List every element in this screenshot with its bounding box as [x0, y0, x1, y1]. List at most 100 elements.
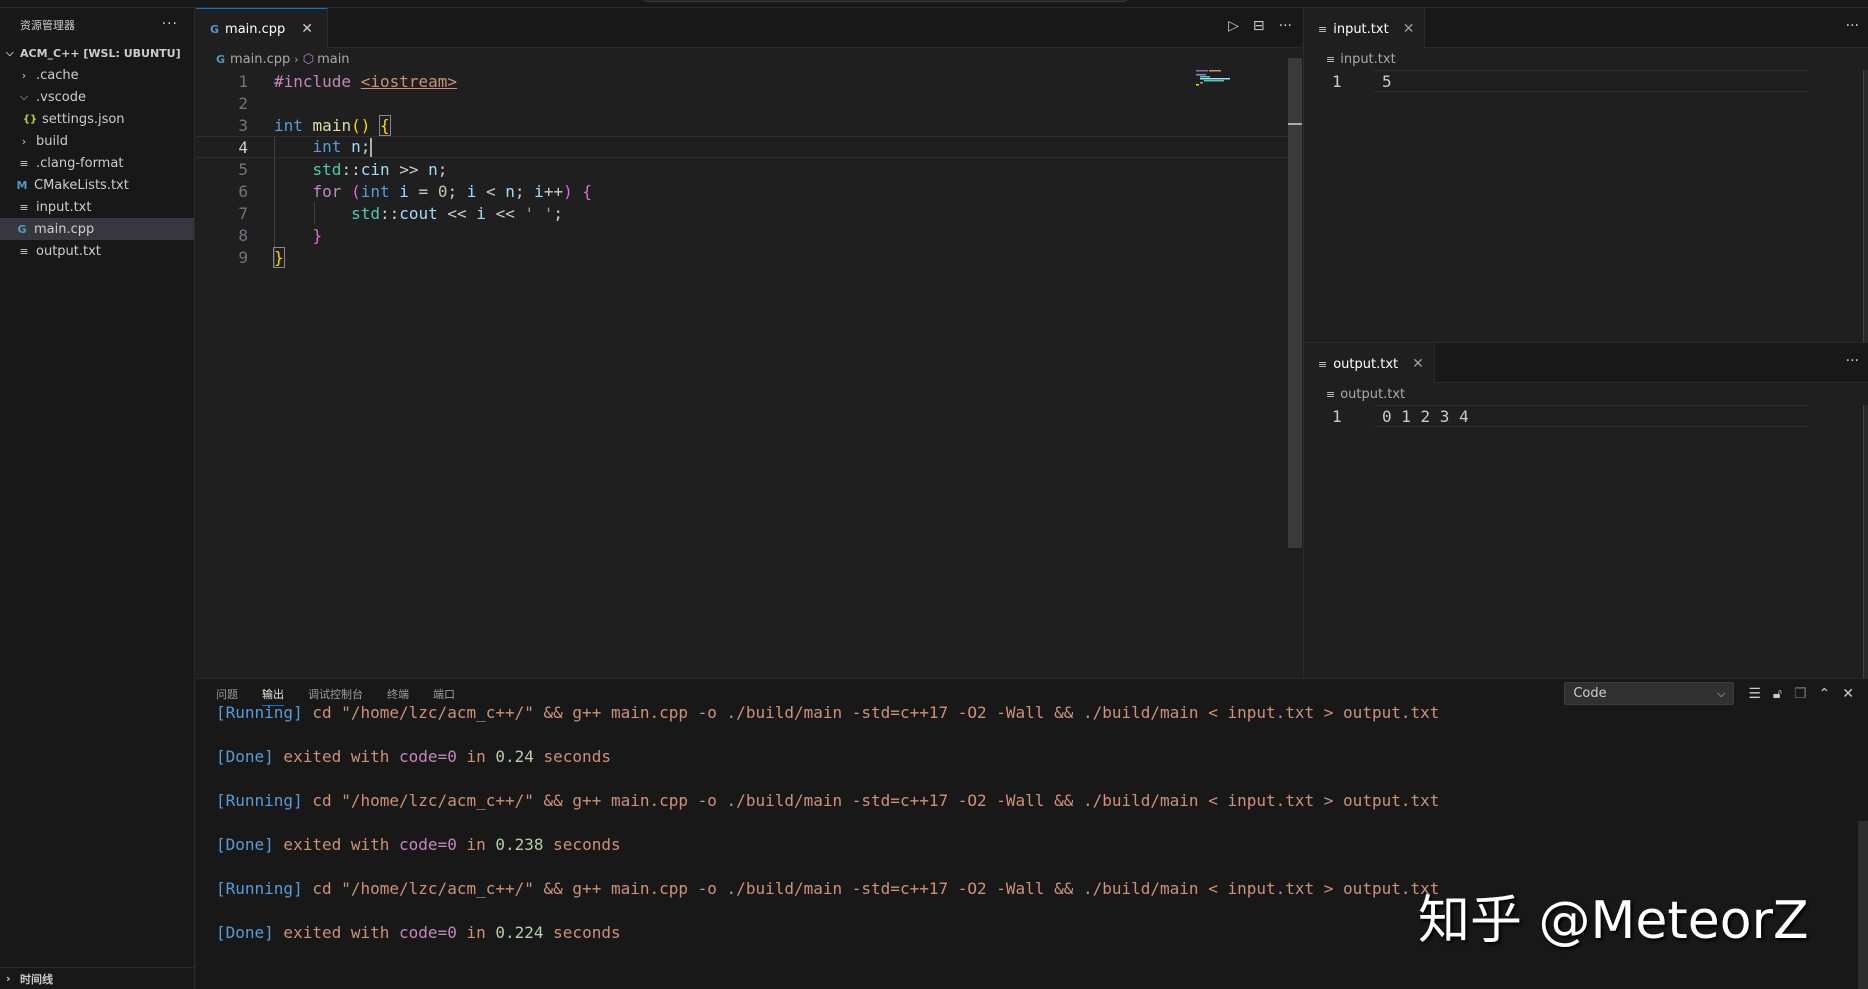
- tree-item-output-txt[interactable]: ≡ output.txt: [0, 240, 194, 262]
- token: {: [379, 114, 391, 136]
- symbol-method-icon: ⬡: [302, 51, 315, 67]
- close-panel-icon[interactable]: ✕: [1842, 686, 1854, 702]
- token: ;: [437, 159, 448, 179]
- output-log[interactable]: [Running] cd "/home/lzc/acm_c++/" && g++…: [216, 703, 1439, 967]
- token: int: [312, 137, 342, 156]
- token: 0: [437, 181, 448, 201]
- log-tag: [Running]: [216, 791, 303, 810]
- token: n: [351, 137, 361, 156]
- ellipsis-icon[interactable]: ···: [162, 16, 178, 32]
- log-text: seconds: [533, 747, 611, 766]
- log-exit-code: code=0: [399, 747, 457, 766]
- ellipsis-icon[interactable]: ···: [1279, 18, 1292, 34]
- tab-input-txt[interactable]: ≡ input.txt ✕: [1304, 8, 1426, 49]
- workspace-root-label: ACM_C++ [WSL: UBUNTU]: [20, 46, 181, 60]
- token: =: [408, 181, 438, 201]
- log-text: cd "/home/lzc/acm_c++/" && g++ main.cpp …: [302, 791, 1440, 810]
- output-pane: ≡ output.txt ✕ ··· ≡ output.txt 1 0 1 2 …: [1304, 343, 1868, 678]
- token: for: [312, 181, 342, 201]
- tree-item-label: .vscode: [36, 89, 86, 105]
- tree-item-input-txt[interactable]: ≡ input.txt: [0, 196, 194, 218]
- log-tag: [Done]: [216, 747, 274, 766]
- code-line: 1 #include <iostream>: [196, 70, 1296, 92]
- tree-item-label: output.txt: [36, 243, 101, 259]
- cmake-file-icon: M: [16, 178, 28, 192]
- token: <: [476, 181, 506, 201]
- tab-output-txt[interactable]: ≡ output.txt ✕: [1304, 343, 1435, 384]
- code-line: 9 }: [196, 246, 1296, 268]
- log-line: [Done] exited with code=0 in 0.224 secon…: [216, 923, 1439, 967]
- scrollbar[interactable]: [1863, 70, 1868, 342]
- token: >>: [389, 159, 429, 179]
- output-channel-select[interactable]: Code ⌵: [1564, 682, 1735, 705]
- code-line-current[interactable]: 1 5: [1332, 70, 1809, 92]
- line-number: 5: [238, 159, 248, 179]
- maximize-panel-icon[interactable]: ⌃: [1819, 686, 1831, 702]
- tree-item-settings-json[interactable]: {} settings.json: [0, 108, 194, 130]
- close-icon[interactable]: ✕: [1403, 21, 1415, 37]
- code-line: 5 std::cin >> n;: [196, 158, 1296, 180]
- code-editor[interactable]: 1 #include <iostream> 2 3 int main() { 4…: [196, 70, 1296, 268]
- log-tag: [Running]: [216, 879, 303, 898]
- token: int: [360, 181, 390, 201]
- breadcrumb-file[interactable]: output.txt: [1340, 387, 1405, 402]
- log-text: cd "/home/lzc/acm_c++/" && g++ main.cpp …: [302, 879, 1440, 898]
- watermark: 知乎 @MeteorZ: [1418, 891, 1809, 951]
- code-line: 7 std::cout << i << ' ';: [196, 202, 1296, 224]
- tree-item-main-cpp[interactable]: G main.cpp: [0, 218, 194, 240]
- line-number: 1: [1332, 71, 1342, 91]
- text-file-icon: ≡: [19, 156, 29, 170]
- token: ::: [341, 159, 361, 179]
- log-text: exited with: [273, 923, 400, 942]
- token: #include: [274, 71, 352, 91]
- token: <<: [437, 203, 477, 223]
- code-line-current[interactable]: 1 0 1 2 3 4: [1332, 405, 1809, 427]
- command-center[interactable]: [642, 0, 1128, 2]
- code-line: 2: [196, 92, 1296, 114]
- timeline-label: 时间线: [20, 972, 53, 986]
- token: i: [476, 203, 486, 223]
- include-link[interactable]: <iostream>: [361, 72, 457, 91]
- copy-icon[interactable]: ❐: [1794, 686, 1807, 702]
- explorer-header: 资源管理器 ···: [0, 8, 194, 42]
- output-scrollbar[interactable]: [1858, 821, 1868, 989]
- line-text: 5: [1382, 71, 1392, 91]
- minimap[interactable]: [1196, 70, 1286, 90]
- log-duration: 0.224: [495, 923, 544, 942]
- log-line: [Done] exited with code=0 in 0.238 secon…: [216, 835, 1439, 879]
- tree-item-label: .cache: [36, 67, 79, 83]
- log-text: seconds: [543, 923, 621, 942]
- tab-main-cpp[interactable]: G main.cpp ✕: [196, 8, 329, 49]
- breadcrumb-file[interactable]: input.txt: [1340, 52, 1395, 67]
- breadcrumb: ≡ output.txt: [1304, 383, 1868, 405]
- split-editor-icon[interactable]: ⊟: [1253, 18, 1265, 34]
- scrollbar[interactable]: [1863, 405, 1868, 678]
- tree-item-clang-format[interactable]: ≡ .clang-format: [0, 152, 194, 174]
- close-icon[interactable]: ✕: [1412, 356, 1424, 372]
- tree-item-build[interactable]: › build: [0, 130, 194, 152]
- tab-label: main.cpp: [225, 21, 286, 37]
- tree-item-cache[interactable]: › .cache: [0, 64, 194, 86]
- chevron-down-icon: ⌵: [1716, 686, 1726, 700]
- workspace-root[interactable]: ⌵ ACM_C++ [WSL: UBUNTU]: [0, 42, 194, 64]
- token: n: [505, 181, 515, 201]
- clear-output-icon[interactable]: ☰: [1748, 686, 1761, 702]
- token: int: [274, 115, 303, 135]
- output-channel-value: Code: [1573, 686, 1607, 701]
- log-duration: 0.24: [495, 747, 534, 766]
- ellipsis-icon[interactable]: ···: [1846, 353, 1859, 369]
- editor-scrollbar[interactable]: [1288, 58, 1302, 548]
- log-tag: [Done]: [216, 923, 274, 942]
- tree-item-cmakelists[interactable]: M CMakeLists.txt: [0, 174, 194, 196]
- breadcrumb-symbol[interactable]: main: [317, 52, 349, 67]
- ellipsis-icon[interactable]: ···: [1846, 18, 1859, 34]
- tree-item-vscode[interactable]: ⌵ .vscode: [0, 86, 194, 108]
- cpp-file-icon: G: [17, 222, 27, 236]
- breadcrumb-file[interactable]: main.cpp: [230, 52, 290, 67]
- run-icon[interactable]: ▷: [1228, 18, 1239, 34]
- lock-scroll-icon[interactable]: 🔓︎: [1773, 686, 1782, 702]
- timeline-section[interactable]: › 时间线: [0, 967, 195, 989]
- chevron-right-icon: ›: [6, 972, 11, 985]
- close-icon[interactable]: ✕: [301, 21, 313, 37]
- token: }: [273, 246, 285, 268]
